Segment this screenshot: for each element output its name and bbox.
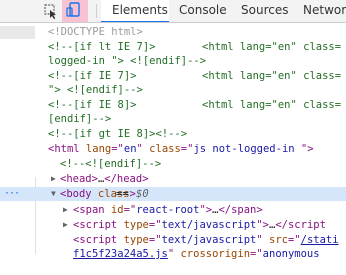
comment-lt-ie7: <!--[if lt IE 7]> (48, 41, 156, 53)
comment-gt-ie8: <!--[if gt IE 8]><!--> (48, 128, 188, 140)
html-class-attr: class (142, 143, 181, 155)
span-end: </span> (218, 204, 263, 216)
span-id-val: react-root (136, 204, 200, 216)
script2-src-attr: src (262, 234, 288, 246)
tree-line-cond-ie8[interactable]: <!--[if IE 8]> <html lang="en" class= (0, 98, 346, 112)
comment-lt-ie7-cont: logged-in "> <![endif]--> (48, 55, 207, 67)
head-tag: <head>…</head> (60, 172, 149, 186)
tree-line-span[interactable]: ▶ <span id="react-root">…</span> (0, 203, 346, 217)
script2-crossorigin-attr: crossorigin (174, 248, 251, 260)
script2-type-attr: type (117, 234, 149, 246)
body-open: <body (60, 188, 92, 200)
script2-type-val: text/javascript (161, 234, 257, 246)
tree-line-script-2[interactable]: <script type="text/javascript" src="/sta… (0, 233, 346, 247)
span-id-attr: id (104, 204, 124, 216)
tree-line-head[interactable]: ▶ <head>…</head> (0, 172, 346, 186)
script1-close: "> (256, 219, 270, 231)
script2-open: <script (73, 234, 118, 246)
script2-eq: =" (148, 234, 162, 246)
tree-line-cond-lt-ie7[interactable]: <!--[if lt IE 7]> <html lang="en" class= (0, 40, 346, 54)
tab-elements[interactable]: Elements (101, 0, 169, 22)
tree-line-cond-ie7-cont: "> <![endif]--> (0, 83, 346, 97)
comment-ie7: <!--[if IE 7]> (48, 70, 137, 82)
comment-ie7-html: <html lang="en" class= (202, 70, 342, 82)
tree-line-cond-ie8-cont: [endif]--> (0, 112, 346, 126)
tree-line-script-1[interactable]: ▶ <script type="text/javascript">…</scri… (0, 218, 346, 232)
comment-ie8-cont: [endif]--> (48, 113, 112, 125)
comment-lt-ie7-html: <html lang="en" class= (202, 41, 342, 53)
comment-endif: <!--<![endif]--> (60, 158, 162, 170)
tree-line-script-2-cont: f1c5f23a24a5.js" crossorigin="anonymous (0, 247, 346, 261)
script1-type-attr: type (117, 219, 149, 231)
tree-line-cond-lt-ie7-cont: logged-in "> <![endif]--> (0, 54, 346, 68)
script1-type-val: text/javascript (161, 219, 257, 231)
expand-arrow-icon[interactable]: ▶ (51, 172, 56, 186)
script2-crossorigin-val: anonymous (262, 248, 320, 260)
script1-end: </script (275, 219, 326, 231)
script2-cont: f1c5f23a24a5.js" crossorigin="anonymous (73, 247, 320, 261)
expand-arrow-icon[interactable]: ▶ (63, 218, 68, 232)
html-lang-attr: lang (79, 143, 112, 155)
head-open: <head> (60, 173, 98, 185)
span-eq: =" (123, 204, 137, 216)
script1-tag: <script type="text/javascript">…</script (73, 218, 326, 232)
more-actions-dots[interactable]: ··· (4, 187, 20, 201)
toolbar-separator (96, 4, 97, 18)
cursor-inspect-icon[interactable] (43, 0, 59, 22)
script2-src-cont[interactable]: f1c5f23a24a5.js (73, 248, 168, 260)
script2-tag: <script type="text/javascript" src="/sta… (73, 233, 339, 247)
head-close: </head> (104, 173, 149, 185)
comment-ie7-cont: "> <![endif]--> (48, 84, 143, 96)
html-class-val: js not-logged-in (193, 143, 301, 155)
tab-console-label: Console (179, 3, 227, 17)
html-lang-val: en (123, 143, 137, 155)
html-lang-eq: =" (111, 143, 124, 155)
html-tag-line: <html lang="en" class="js not-logged-in … (48, 142, 314, 156)
html-close: "> (300, 143, 314, 155)
collapse-arrow-icon[interactable]: ▼ (51, 187, 56, 201)
devtools-toolbar: Elements Console Sources Network (0, 0, 346, 23)
expand-arrow-icon[interactable]: ▶ (63, 203, 68, 217)
span-open: <span (73, 204, 105, 216)
script1-open: <script (73, 219, 118, 231)
html-class-eq: =" (180, 143, 194, 155)
comment-ie8: <!--[if IE 8]> (48, 99, 137, 111)
body-dollar-zero: $0 (136, 188, 149, 200)
script2-src-eq: =" (287, 234, 301, 246)
tree-line-doctype[interactable]: <!DOCTYPE html> (0, 25, 346, 39)
tree-line-body[interactable]: ··· ▼ <body class> == $0 (0, 187, 346, 201)
tab-sources[interactable]: Sources (232, 0, 296, 22)
tab-network-label: Network (303, 3, 346, 17)
device-toggle-icon[interactable] (62, 0, 88, 22)
tab-console[interactable]: Console (170, 0, 232, 22)
doctype-text: <!DOCTYPE html> (48, 26, 143, 38)
tree-line-cond-ie7[interactable]: <!--[if IE 7]> <html lang="en" class= (0, 69, 346, 83)
script1-eq: =" (148, 219, 162, 231)
tab-network[interactable]: Network (296, 0, 346, 22)
body-eq: == (116, 188, 135, 200)
span-close: "> (199, 204, 213, 216)
tab-sources-label: Sources (241, 3, 289, 17)
comment-ie8-html: <html lang="en" class= (202, 99, 342, 111)
tree-line-endif[interactable]: <!--<![endif]--> (0, 157, 346, 171)
script2-crossorigin-eq: =" (250, 248, 263, 260)
tree-line-html[interactable]: <html lang="en" class="js not-logged-in … (0, 142, 346, 156)
script2-src-link[interactable]: /stati (301, 234, 339, 246)
tab-elements-label: Elements (112, 3, 168, 17)
html-open: <html (48, 143, 80, 155)
tree-line-cond-gt-ie8[interactable]: <!--[if gt IE 8]><!--> (0, 127, 346, 141)
span-tag: <span id="react-root">…</span> (73, 203, 263, 217)
